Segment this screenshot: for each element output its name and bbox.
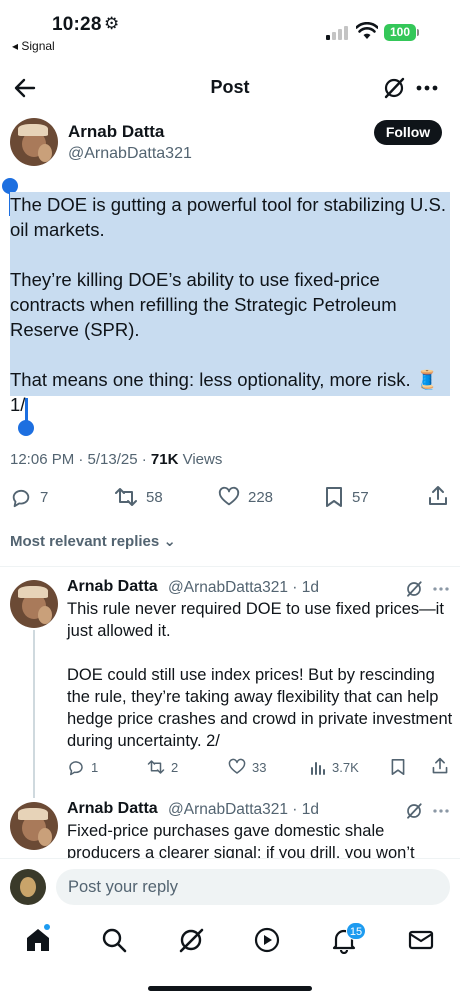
status-bar: 10:28 ⚙ ◂ Signal 100 bbox=[0, 0, 460, 60]
like-count: 33 bbox=[252, 759, 267, 775]
battery-icon: 100 bbox=[384, 24, 416, 41]
repost-count: 58 bbox=[146, 488, 163, 506]
reply-icon bbox=[12, 489, 30, 508]
grok-icon[interactable] bbox=[177, 926, 205, 954]
replies-sort-dropdown[interactable]: Most relevant replies ⌄ bbox=[10, 532, 176, 550]
home-notification-dot bbox=[44, 924, 50, 930]
post-timestamp: 12:06 PM · 5/13/25 · bbox=[10, 451, 151, 468]
reply-text: Fixed-price purchases gave domestic shal… bbox=[67, 822, 415, 858]
views-action[interactable]: 3.7K bbox=[310, 756, 359, 778]
like-action[interactable]: 228 bbox=[218, 484, 273, 510]
like-action[interactable]: 33 bbox=[228, 756, 266, 778]
wifi-icon bbox=[356, 22, 378, 39]
reply-count: 7 bbox=[40, 488, 49, 506]
heart-icon bbox=[228, 758, 246, 774]
post-text: The DOE is gutting a powerful tool for s… bbox=[10, 194, 446, 415]
divider bbox=[0, 566, 460, 567]
status-time: 10:28 bbox=[52, 14, 102, 35]
top-app-bar: Post bbox=[0, 62, 460, 114]
more-options-icon[interactable] bbox=[431, 802, 451, 820]
back-to-app-link[interactable]: ◂ Signal bbox=[12, 39, 55, 53]
grok-icon[interactable] bbox=[405, 802, 423, 820]
my-avatar[interactable] bbox=[10, 869, 46, 905]
battery-nub bbox=[417, 29, 419, 36]
gear-icon: ⚙ bbox=[104, 14, 120, 33]
repost-icon bbox=[147, 760, 165, 774]
grok-icon[interactable] bbox=[405, 580, 423, 598]
home-icon[interactable] bbox=[24, 926, 52, 954]
post-actions: 7 58 228 57 bbox=[0, 484, 460, 510]
repost-icon bbox=[115, 488, 137, 506]
author-handle[interactable]: @ArnabDatta321 bbox=[68, 145, 192, 163]
search-icon[interactable] bbox=[100, 926, 128, 954]
notifications-badge: 15 bbox=[346, 922, 366, 940]
reply-item[interactable]: Arnab Datta @ArnabDatta321 · 1d Fixed-pr… bbox=[0, 800, 460, 858]
analytics-icon bbox=[311, 762, 325, 775]
follow-button[interactable]: Follow bbox=[374, 120, 442, 145]
heart-icon bbox=[218, 486, 240, 506]
reply-actions: 1 2 33 3.7K bbox=[0, 756, 460, 778]
like-count: 228 bbox=[248, 488, 274, 506]
bookmark-icon[interactable] bbox=[390, 758, 406, 776]
views-label: Views bbox=[178, 451, 223, 468]
video-icon[interactable] bbox=[253, 926, 281, 954]
reply-text: This rule never required DOE to use fixe… bbox=[67, 600, 453, 750]
reply-icon bbox=[69, 761, 83, 776]
reply-count: 1 bbox=[91, 759, 99, 775]
author-name[interactable]: Arnab Datta bbox=[68, 122, 164, 142]
avatar[interactable] bbox=[10, 580, 58, 628]
bookmark-action[interactable]: 57 bbox=[324, 484, 369, 510]
more-options-icon[interactable] bbox=[414, 76, 440, 100]
repost-action[interactable]: 2 bbox=[147, 756, 178, 778]
more-options-icon[interactable] bbox=[431, 580, 451, 598]
reply-input[interactable]: Post your reply bbox=[56, 869, 450, 905]
views-count: 3.7K bbox=[332, 759, 359, 775]
bookmark-count: 57 bbox=[352, 488, 369, 506]
reply-author-name[interactable]: Arnab Datta bbox=[67, 800, 158, 818]
avatar[interactable] bbox=[10, 118, 58, 166]
share-icon[interactable] bbox=[427, 485, 449, 507]
avatar[interactable] bbox=[10, 802, 58, 850]
reply-composer: Post your reply bbox=[0, 858, 460, 914]
reply-action[interactable]: 1 bbox=[67, 756, 98, 778]
reply-author-handle[interactable]: @ArnabDatta321 · 1d bbox=[168, 579, 319, 597]
views-count[interactable]: 71K bbox=[151, 451, 179, 468]
repost-action[interactable]: 58 bbox=[114, 484, 163, 510]
messages-icon[interactable] bbox=[407, 926, 435, 954]
bottom-nav: 15 bbox=[0, 914, 460, 1000]
post-body: The DOE is gutting a powerful tool for s… bbox=[10, 192, 450, 415]
selection-end-handle[interactable] bbox=[18, 420, 34, 436]
post-meta: 12:06 PM · 5/13/25 · 71K Views bbox=[10, 451, 222, 468]
grok-icon[interactable] bbox=[382, 76, 406, 100]
reply-author-name[interactable]: Arnab Datta bbox=[67, 578, 158, 596]
reply-author-handle[interactable]: @ArnabDatta321 · 1d bbox=[168, 801, 319, 819]
cellular-signal-icon bbox=[326, 26, 350, 40]
share-icon[interactable] bbox=[431, 757, 449, 775]
bookmark-icon bbox=[326, 487, 342, 507]
repost-count: 2 bbox=[171, 759, 179, 775]
reply-action[interactable]: 7 bbox=[10, 484, 48, 510]
home-indicator bbox=[148, 986, 312, 991]
